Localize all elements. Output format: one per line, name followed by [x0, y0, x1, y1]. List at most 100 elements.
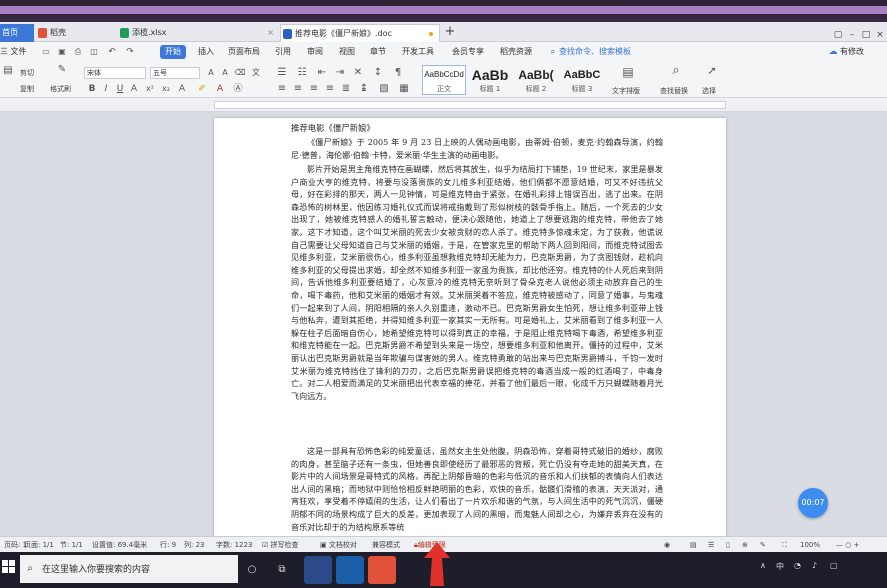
menu-references[interactable]: 引用 [275, 45, 291, 59]
read-view-icon[interactable]: ▯ [726, 539, 730, 551]
text-layout-button[interactable]: 文字排版 [612, 86, 640, 96]
text-effect-icon[interactable]: A [176, 83, 188, 95]
format-painter-button[interactable]: 格式刷 [50, 84, 71, 94]
indent-icon[interactable]: ⇥ [334, 67, 346, 79]
wps-taskbar-icon[interactable] [368, 556, 396, 584]
save-icon[interactable]: ▣ [56, 46, 68, 58]
preview-icon[interactable]: ◫ [88, 46, 100, 58]
menu-member[interactable]: 会员专享 [452, 45, 484, 59]
new-tab-button[interactable]: + [442, 22, 458, 42]
write-view-icon[interactable]: ✎ [760, 539, 766, 551]
taskbar-search-box[interactable]: ⌕ 在这里输入你要搜索的内容 [20, 555, 238, 583]
clear-format-icon[interactable]: ⌫ [234, 67, 246, 79]
recording-timer[interactable]: 00:07 [798, 488, 828, 518]
show-marks-icon[interactable]: ¶ [392, 67, 404, 79]
menu-chapter[interactable]: 章节 [370, 45, 386, 59]
style-heading-1[interactable]: AaBb 标题 1 [468, 65, 512, 95]
outdent-icon[interactable]: ⇤ [316, 67, 328, 79]
highlight-icon[interactable]: ✐ [196, 83, 208, 95]
cut-button[interactable]: 剪切 [20, 68, 34, 78]
superscript-icon[interactable]: x² [144, 83, 156, 95]
menu-file[interactable]: 三 文件 [0, 45, 27, 59]
page-view-icon[interactable]: ▤ [690, 539, 697, 551]
spell-check-toggle[interactable]: ☑ 拼写检查 [262, 539, 299, 551]
line-spacing-icon[interactable]: ↨ [358, 83, 370, 95]
style-heading-3[interactable]: AaBbC 标题 3 [560, 65, 604, 95]
bullets-icon[interactable]: ☰ [276, 67, 288, 79]
ime-indicator[interactable]: 中 [776, 561, 784, 572]
document-title: 推荐电影《僵尸新娘》 [291, 123, 375, 133]
zoom-slider[interactable]: — ○ + [836, 539, 859, 551]
menu-start[interactable]: 开始 [160, 45, 186, 59]
status-words[interactable]: 字数: 1223 [216, 539, 252, 551]
pinyin-icon[interactable]: 文 [250, 67, 262, 79]
tab-excel[interactable]: 添榄.xlsx × [118, 24, 278, 42]
undo-icon[interactable]: ↶ [106, 46, 118, 58]
browser-taskbar-icon[interactable] [304, 556, 332, 584]
compat-mode-label: 兼容模式 [372, 541, 400, 549]
redo-icon[interactable]: ↷ [124, 46, 136, 58]
document-page[interactable]: 推荐电影《僵尸新娘》 《僵尸新娘》于 2005 年 9 月 23 日上映的人偶动… [214, 118, 726, 536]
menu-page-layout[interactable]: 页面布局 [228, 45, 260, 59]
tab-home[interactable]: 首页 [0, 24, 34, 42]
char-border-icon[interactable]: Ⓐ [232, 83, 244, 95]
subscript-icon[interactable]: x₂ [160, 83, 172, 95]
style-normal[interactable]: AaBbCcDd 正文 [422, 65, 466, 95]
shrink-font-icon[interactable]: A [219, 67, 231, 79]
select-button[interactable]: 选择 [702, 86, 716, 96]
shading-icon[interactable]: ▧ [378, 83, 390, 95]
command-search[interactable]: 查找命令、搜索模板 [559, 45, 631, 59]
has-changes-label[interactable]: 有修改 [840, 45, 864, 59]
network-icon[interactable]: ◔ [794, 561, 801, 570]
bold-icon[interactable]: B [86, 83, 98, 95]
font-color-icon[interactable]: A [214, 83, 226, 95]
align-left-icon[interactable]: ≡ [276, 83, 288, 95]
paste-icon[interactable]: ▤ [2, 65, 14, 77]
eye-protect-icon[interactable]: ◉ [664, 539, 670, 551]
grow-font-icon[interactable]: A [205, 67, 217, 79]
web-view-icon[interactable]: ⊕ [742, 539, 748, 551]
numbering-icon[interactable]: ☷ [296, 67, 308, 79]
menu-view[interactable]: 视图 [339, 45, 355, 59]
chinese-layout-icon[interactable]: ✕ [352, 67, 364, 79]
menu-review[interactable]: 审阅 [307, 45, 323, 59]
menu-insert[interactable]: 插入 [198, 45, 214, 59]
strikethrough-icon[interactable]: A [128, 83, 140, 95]
menu-docer-resources[interactable]: 稻壳资源 [500, 45, 532, 59]
window-controls: ▢ – □ × [831, 22, 887, 42]
font-family-select[interactable]: 宋体 [84, 67, 146, 79]
zoom-level[interactable]: 100% [800, 539, 820, 551]
edge-taskbar-icon[interactable] [336, 556, 364, 584]
windows-start-icon[interactable] [2, 560, 16, 574]
doc-check-button[interactable]: ▣ 文档校对 [320, 539, 357, 551]
tab-docer[interactable]: 稻壳 [36, 24, 114, 42]
close-tab-icon[interactable]: × [267, 24, 274, 42]
justify-icon[interactable]: ≡ [324, 83, 336, 95]
align-center-icon[interactable]: ≡ [292, 83, 304, 95]
align-right-icon[interactable]: ≡ [308, 83, 320, 95]
open-folder-icon[interactable]: ▭ [40, 46, 52, 58]
horizontal-ruler[interactable] [0, 98, 887, 112]
find-replace-button[interactable]: 查找替换 [660, 86, 688, 96]
font-size-select[interactable]: 五号 [150, 67, 200, 79]
task-view-icon[interactable]: ⧉ [276, 564, 288, 576]
volume-icon[interactable]: ♪ [812, 561, 817, 570]
style-heading-1-label: 标题 1 [479, 85, 501, 93]
copy-button[interactable]: 复制 [20, 84, 34, 94]
tab-document[interactable]: 推荐电影《僵尸新娘》.doc [280, 24, 440, 42]
style-heading-2[interactable]: AaBb( 标题 2 [514, 65, 558, 95]
underline-icon[interactable]: U [114, 83, 126, 95]
fit-page-icon[interactable]: ⛶ [782, 539, 787, 551]
menu-developer[interactable]: 开发工具 [402, 45, 434, 59]
outline-view-icon[interactable]: ☰ [708, 539, 714, 551]
sort-icon[interactable]: ↕ [372, 67, 384, 79]
tray-up-icon[interactable]: ∧ [760, 561, 766, 570]
italic-icon[interactable]: I [100, 83, 112, 95]
borders-icon[interactable]: ▦ [398, 83, 410, 95]
distribute-icon[interactable]: ≣ [340, 83, 352, 95]
status-pages[interactable]: 页面: 1/1 [24, 539, 54, 551]
cortana-icon[interactable]: ○ [246, 564, 258, 576]
doc-check-label: 文档校对 [328, 541, 357, 549]
print-icon[interactable]: ⎙ [72, 46, 84, 58]
notification-icon[interactable]: ▢ [830, 561, 838, 570]
